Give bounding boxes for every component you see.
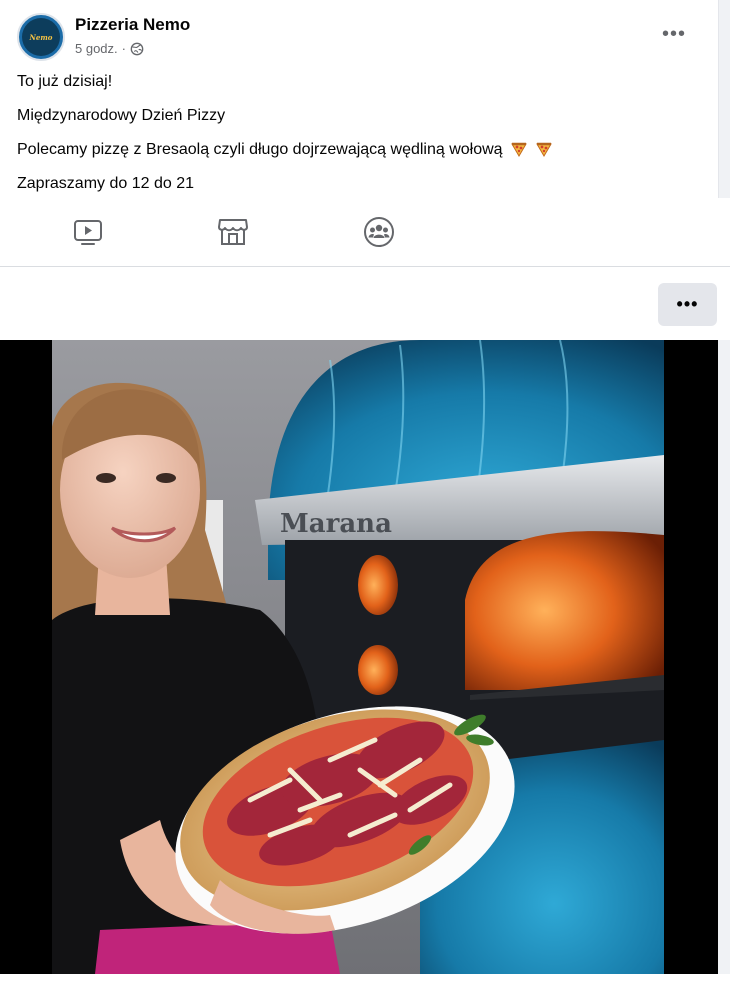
- avatar-logo-text: Nemo: [29, 32, 53, 42]
- page-name-link[interactable]: Pizzeria Nemo: [75, 15, 190, 35]
- post-photo[interactable]: Marana: [0, 340, 718, 974]
- post-text-line-2: Międzynarodowy Dzień Pizzy: [17, 107, 226, 124]
- photo-options-button[interactable]: •••: [658, 283, 717, 326]
- bottom-navigation: [0, 198, 730, 267]
- more-dots-icon: •••: [661, 22, 686, 45]
- post-more-button[interactable]: •••: [656, 20, 692, 48]
- meta-separator: ·: [121, 41, 126, 56]
- video-icon[interactable]: [72, 216, 104, 248]
- post-card: Nemo Pizzeria Nemo 5 godz. · ••• To już …: [0, 0, 719, 198]
- photo-illustration: Marana: [0, 340, 718, 974]
- avatar-logo-circle: Nemo: [22, 18, 60, 56]
- post-text-line-3-wrap: Polecamy pizzę z Bresaolą czyli długo do…: [17, 141, 553, 159]
- page-avatar[interactable]: Nemo: [17, 13, 65, 61]
- photo-header-bar: •••: [0, 267, 730, 340]
- globe-icon: [130, 42, 144, 55]
- marketplace-icon[interactable]: [217, 216, 249, 248]
- post-text-line-3: Polecamy pizzę z Bresaolą czyli długo do…: [17, 141, 503, 158]
- post-time[interactable]: 5 godz.: [75, 41, 118, 56]
- pizza-emoji-icon: [536, 142, 553, 157]
- post-meta: 5 godz. ·: [75, 41, 144, 56]
- post-text-line-4: Zapraszamy do 12 do 21: [17, 175, 194, 192]
- options-dots-icon: •••: [676, 294, 699, 314]
- post-text-line-1: To już dzisiaj!: [17, 73, 113, 90]
- bottom-strip: [0, 974, 730, 987]
- pizza-emoji-icon: [511, 142, 527, 157]
- oven-brand-text: Marana: [280, 509, 392, 539]
- groups-icon[interactable]: [363, 216, 395, 248]
